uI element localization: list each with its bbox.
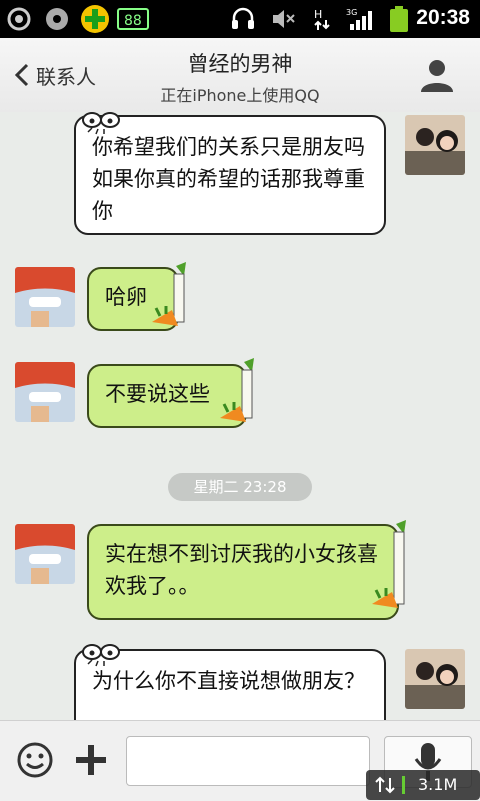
network-speed-value: 3.1M [418, 775, 458, 794]
my-avatar[interactable] [405, 115, 465, 175]
bubble-eyes-decoration [82, 644, 120, 667]
signal-3g-icon: 3G [346, 8, 372, 30]
svg-text:88: 88 [124, 13, 142, 29]
message-text: 哈卵 [105, 285, 147, 309]
qihoo-plus-icon [81, 5, 109, 33]
contact-avatar[interactable] [15, 267, 75, 327]
settings-icon [7, 7, 31, 31]
headset-icon [232, 7, 254, 29]
mute-icon [273, 10, 295, 28]
back-label: 联系人 [36, 64, 96, 89]
status-bar: 88 H 3G 20:38 [0, 0, 480, 38]
svg-text:3G: 3G [346, 8, 357, 17]
network-speed-badge: 3.1M [366, 770, 480, 800]
disc-icon [46, 8, 68, 30]
battery-icon [390, 6, 408, 32]
my-avatar[interactable] [405, 649, 465, 709]
svg-text:H: H [314, 8, 322, 21]
contact-status: 正在iPhone上使用QQ [160, 86, 320, 105]
message-text: 你希望我们的关系只是朋友吗 如果你真的希望的话那我尊重你 [92, 135, 365, 223]
transfer-arrows-icon [375, 776, 405, 794]
chevron-left-icon [14, 63, 29, 87]
message-input[interactable] [126, 736, 370, 786]
clock: 20:38 [416, 6, 470, 29]
contact-avatar[interactable] [15, 524, 75, 584]
message-text: 为什么你不直接说想做朋友？ [92, 669, 365, 693]
message-text: 实在想不到讨厌我的小女孩喜欢我了。。 [105, 542, 378, 598]
data-arrows-icon: H [314, 8, 330, 30]
leek-decoration [220, 358, 254, 422]
back-button[interactable]: 联系人 [12, 50, 110, 100]
message-text: 不要说这些 [105, 382, 210, 406]
contact-avatar[interactable] [15, 362, 75, 422]
timestamp-divider: 星期二 23:28 [168, 473, 312, 501]
sdcard-icon: 88 [117, 8, 149, 30]
leek-decoration [152, 262, 186, 326]
bubble-eyes-decoration [82, 112, 120, 135]
plus-icon[interactable] [72, 741, 110, 779]
contact-name: 曾经的男神 [187, 52, 293, 76]
leek-decoration [372, 520, 406, 608]
message-bubble-incoming[interactable]: 实在想不到讨厌我的小女孩喜欢我了。。 [87, 524, 399, 620]
profile-icon[interactable] [416, 54, 458, 96]
emoji-icon[interactable] [16, 741, 54, 779]
chat-header: 联系人 曾经的男神 正在iPhone上使用QQ [0, 38, 480, 113]
message-list[interactable]: 你希望我们的关系只是朋友吗 如果你真的希望的话那我尊重你 哈卵 不要说这些 星期… [0, 112, 480, 720]
